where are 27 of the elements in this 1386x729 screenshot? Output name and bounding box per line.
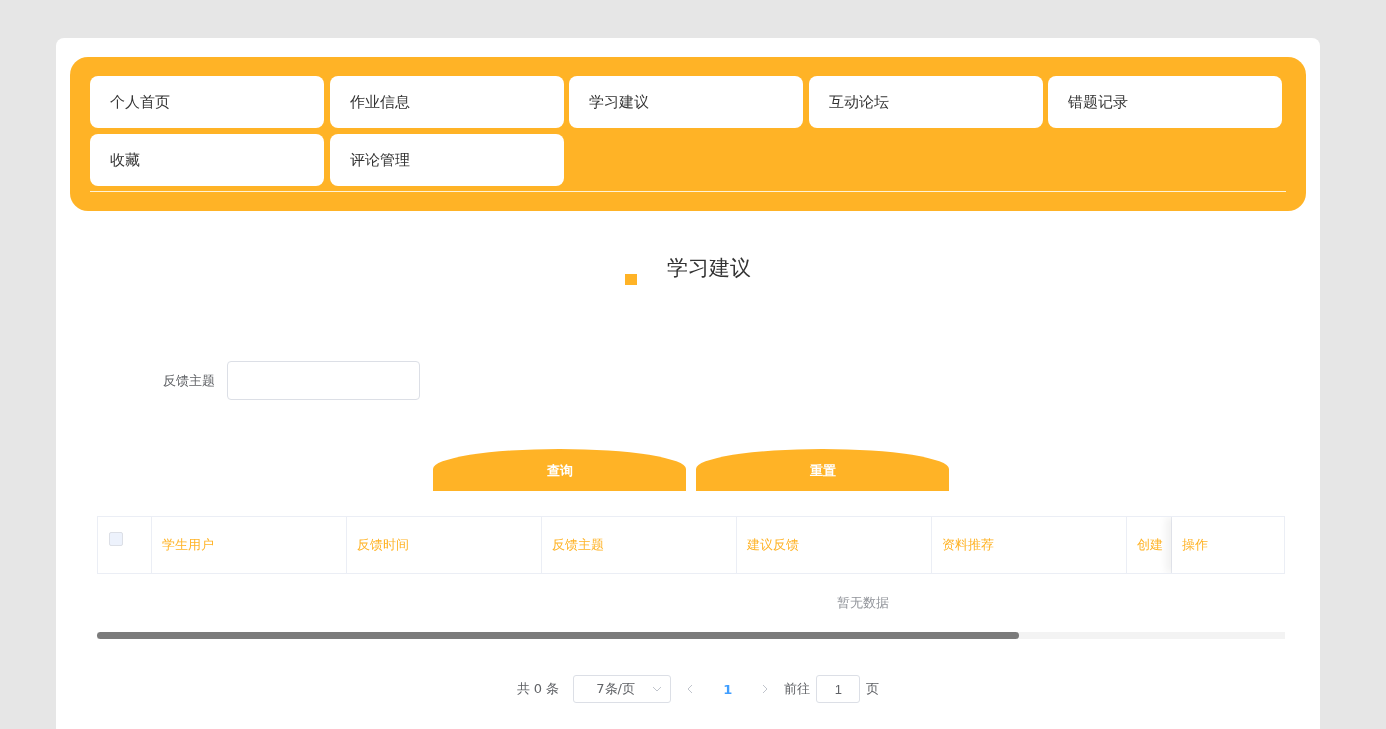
checkbox[interactable] [109,532,123,546]
empty-text: 暂无数据 [837,594,889,612]
nav-item[interactable]: 评论管理 [329,134,564,186]
nav-item[interactable]: 学习建议 [569,76,803,128]
column-header: 反馈主题 [552,536,604,554]
column-header: 建议反馈 [747,536,799,554]
page-suffix: 页 [866,680,880,698]
scrollbar[interactable] [97,632,1285,639]
column-header: 操作 [1182,536,1208,554]
total-count: 共 0 条 [516,680,560,698]
column-header: 创建 [1137,536,1163,554]
nav-item[interactable]: 互动论坛 [808,76,1043,128]
column-header: 资料推荐 [942,536,994,554]
page-input[interactable]: 1 [816,675,861,703]
nav-item[interactable]: 作业信息 [329,76,564,128]
column-header: 反馈时间 [357,536,409,554]
goto-label: 前往 [784,680,811,698]
square-icon [625,273,637,285]
page-title: 学习建议 [667,255,751,282]
column-header: 学生用户 [162,536,214,554]
field-label: 反馈主题 [163,371,215,390]
chevron-down-icon [652,684,663,694]
input-field[interactable] [227,361,420,400]
nav-item[interactable]: 错题记录 [1048,76,1282,128]
nav-item[interactable]: 收藏 [90,134,324,186]
page-size-select[interactable]: 7条/页 [573,675,672,703]
nav-item[interactable]: 个人首页 [90,76,324,128]
